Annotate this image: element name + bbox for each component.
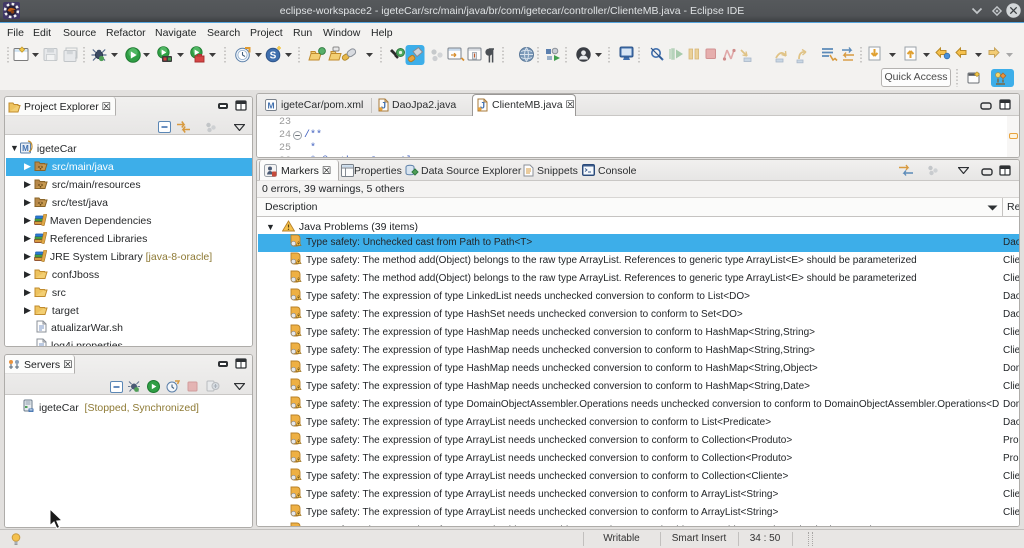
svg-text:M: M xyxy=(22,144,29,153)
svg-text:S: S xyxy=(270,50,277,61)
svg-text:M: M xyxy=(267,101,274,111)
